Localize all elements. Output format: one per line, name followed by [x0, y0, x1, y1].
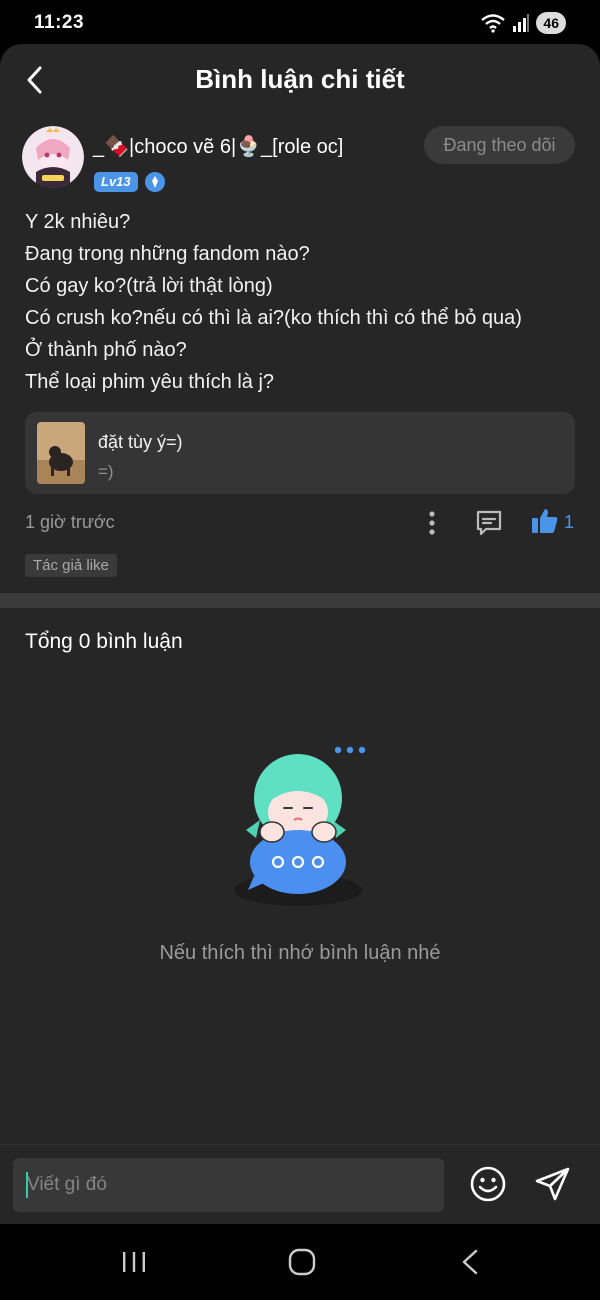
home-icon[interactable] [288, 1248, 316, 1276]
recent-apps-icon[interactable] [120, 1250, 148, 1274]
verified-icon [145, 172, 165, 192]
text-cursor [26, 1172, 28, 1198]
level-badge: Lv13 [94, 172, 138, 192]
avatar[interactable] [22, 126, 84, 188]
post-line: Thể loại phim yêu thích là j? [25, 371, 275, 393]
post-line: Có crush ko?nếu có thì là ai?(ko thích t… [25, 307, 522, 329]
post-body: Y 2k nhiêu? Đang trong những fandom nào?… [0, 206, 600, 398]
send-icon[interactable] [534, 1165, 572, 1203]
thumbs-up-icon[interactable] [530, 506, 560, 536]
comment-detail-screen: Bình luận chi tiết _🍫|choco vẽ 6|🍨_[role… [0, 44, 600, 1224]
status-icons: 46 [480, 12, 566, 34]
wifi-icon [481, 14, 506, 33]
author-name[interactable]: _🍫|choco vẽ 6|🍨_[role oc] [93, 134, 343, 159]
more-options-icon[interactable] [420, 508, 444, 538]
card-thumbnail [37, 422, 85, 484]
post-line: Đang trong những fandom nào? [25, 243, 310, 265]
status-time: 11:23 [34, 12, 85, 33]
empty-comments-illustration [234, 746, 366, 906]
system-nav-bar [0, 1224, 600, 1300]
following-button[interactable]: Đang theo dõi [424, 126, 575, 164]
card-title: đặt tùy ý=) [98, 432, 183, 452]
post-line: Y 2k nhiêu? [25, 211, 131, 233]
comment-input[interactable] [13, 1158, 444, 1212]
post-line: Ở thành phố nào? [25, 339, 187, 361]
status-bar: 11:23 46 [0, 0, 600, 46]
comment-input-bar [0, 1144, 600, 1224]
linked-post-card[interactable]: đặt tùy ý=) =) [25, 412, 575, 494]
post-line: Có gay ko?(trả lời thật lòng) [25, 275, 273, 297]
empty-comments-text: Nếu thích thì nhớ bình luận nhé [159, 942, 441, 964]
post-time: 1 giờ trước [25, 512, 115, 532]
post-author-row: _🍫|choco vẽ 6|🍨_[role oc] Lv13 Đang theo… [0, 116, 600, 206]
like-count: 1 [564, 512, 575, 532]
comment-icon[interactable] [474, 508, 504, 538]
emoji-icon[interactable] [469, 1165, 507, 1203]
author-liked-badge: Tác giả like [25, 554, 117, 577]
section-divider [0, 593, 600, 608]
signal-icon [513, 14, 530, 32]
header: Bình luận chi tiết [0, 44, 600, 116]
back-nav-icon[interactable] [458, 1248, 482, 1276]
post-meta-row: 1 giờ trước 1 [0, 494, 600, 554]
card-subtitle: =) [98, 462, 114, 481]
page-title: Bình luận chi tiết [195, 64, 405, 94]
comments-total: Tổng 0 bình luận [25, 630, 183, 653]
battery-indicator: 46 [536, 12, 566, 34]
